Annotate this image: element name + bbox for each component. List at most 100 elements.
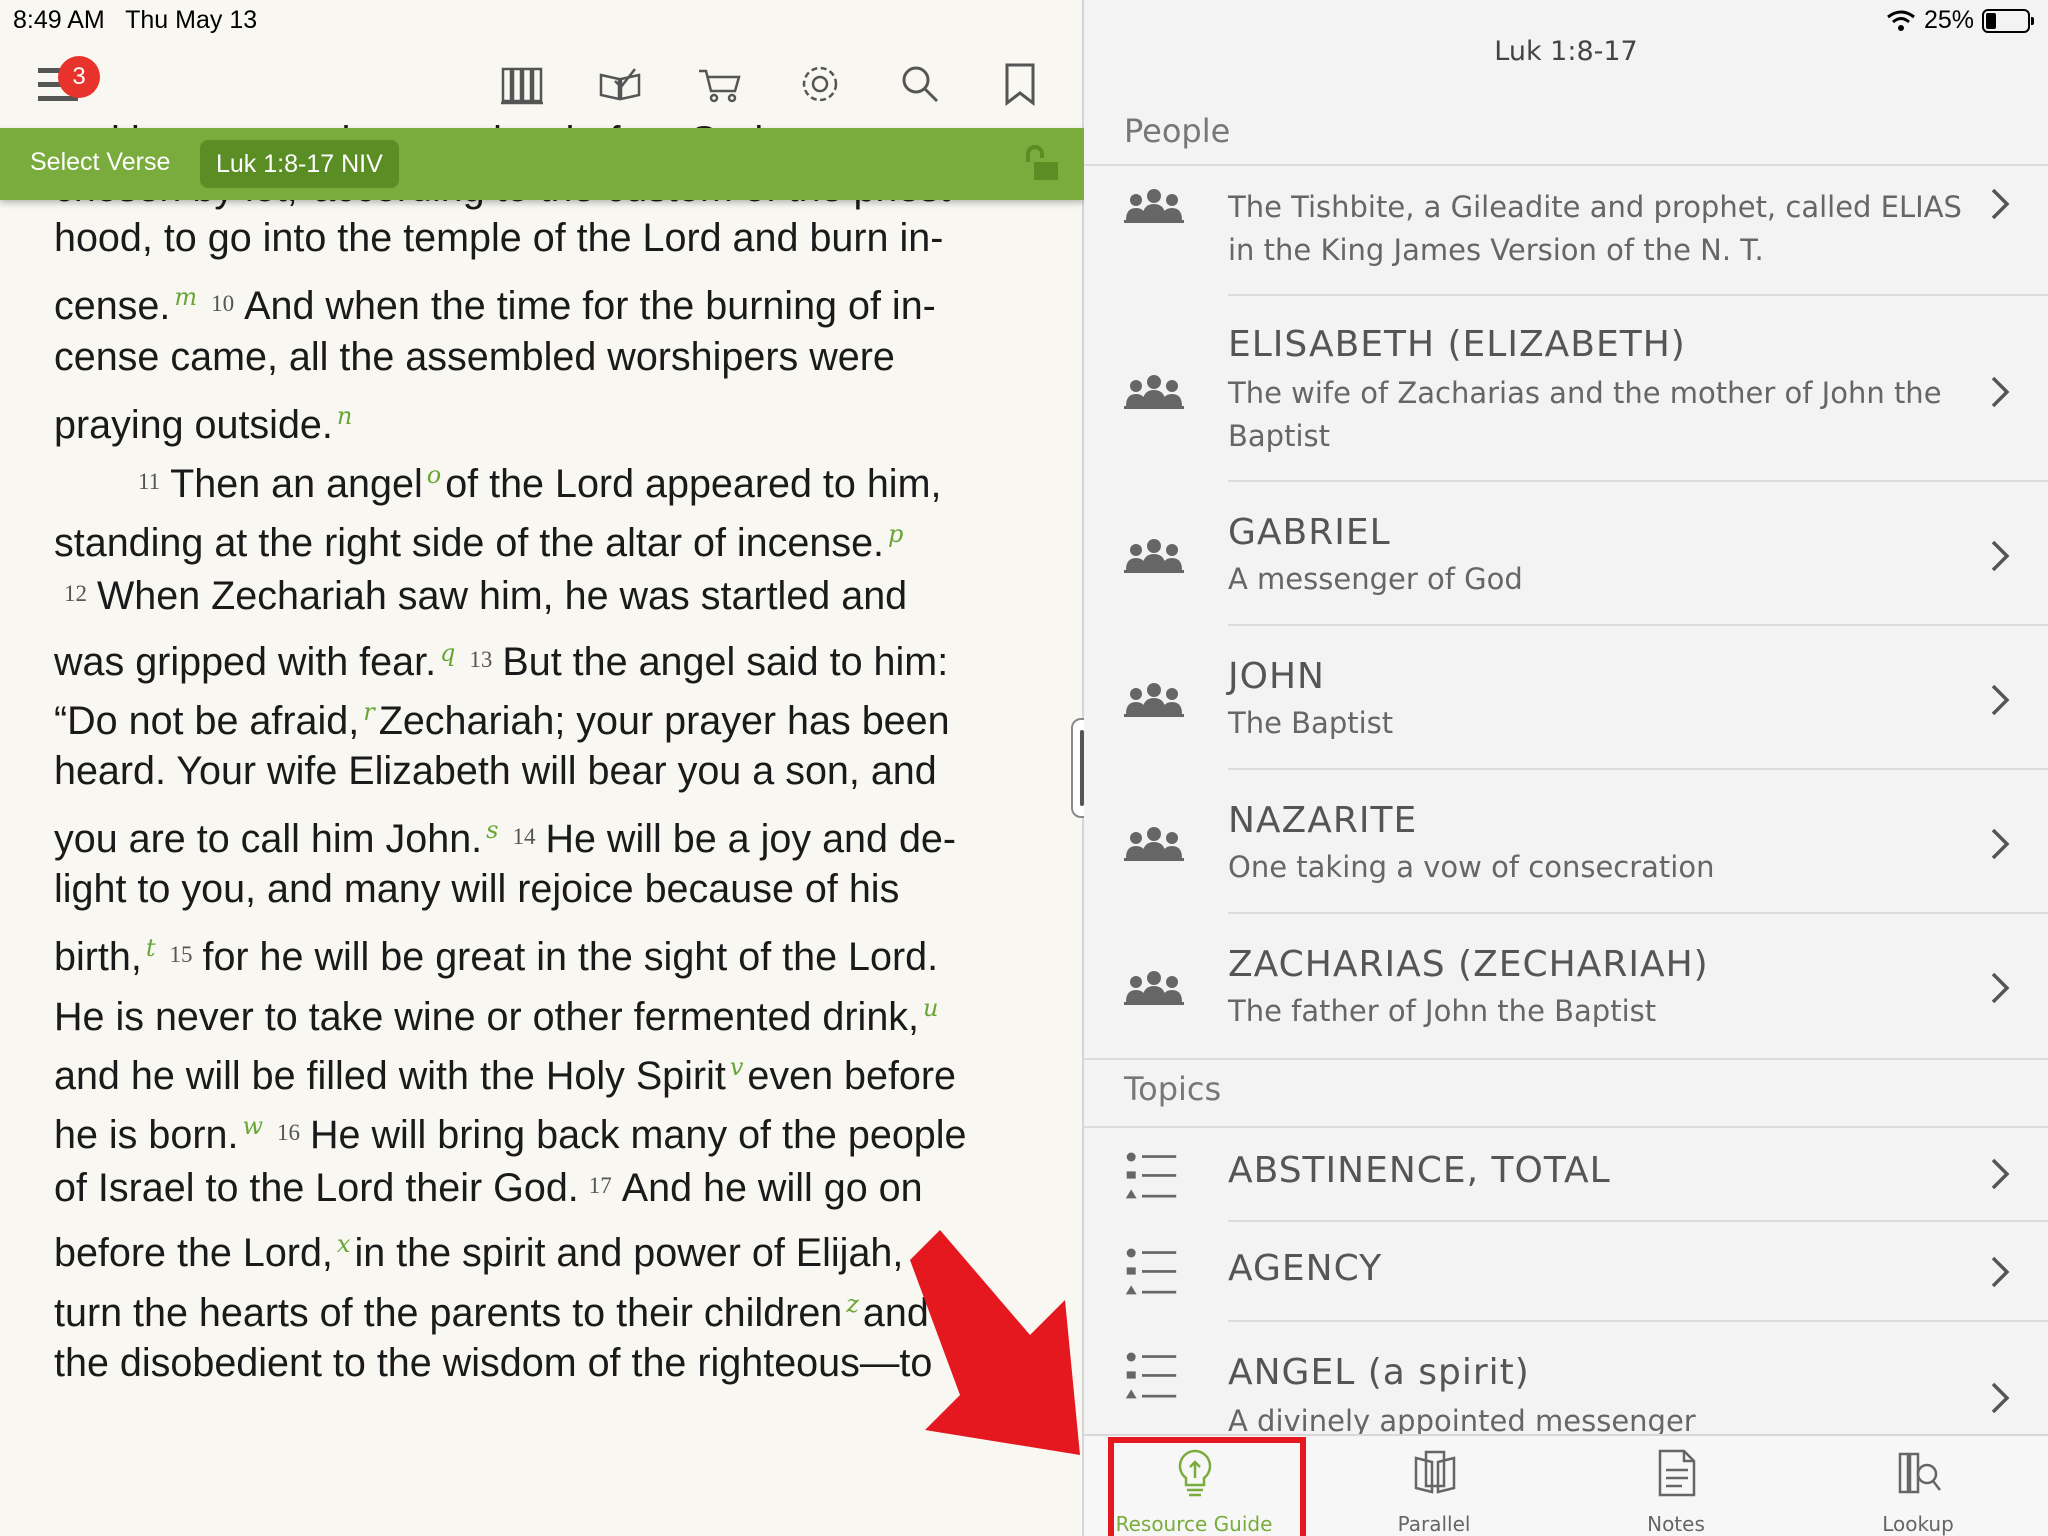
cross-reference-marker[interactable]: z: [846, 1290, 859, 1318]
person-row[interactable]: GABRIEL A messenger of God: [1084, 482, 2048, 626]
people-section-label: People: [1124, 112, 1231, 150]
red-pointer-arrow-icon: [910, 1230, 1080, 1455]
bookmark-icon: [1005, 63, 1035, 107]
unlock-icon[interactable]: [1020, 142, 1064, 186]
resource-guide-title: Luk 1:8-17: [1494, 36, 1638, 67]
verse-line[interactable]: of Israel to the Lord their God. 17 And he…: [54, 1156, 1054, 1215]
row-title: GABRIEL: [1228, 512, 1391, 553]
verse-number: 11: [138, 468, 161, 494]
row-title: ELIJAH: [1228, 128, 1350, 169]
verse-text: of Israel to the Lord their God.: [54, 1166, 579, 1211]
lookup-icon: [1898, 1452, 1941, 1494]
verse-line[interactable]: standing at the right side of the altar …: [54, 505, 1054, 565]
chevron-right-icon: [1988, 372, 2012, 412]
row-description: The Tishbite, a Gileadite and prophet, c…: [1228, 190, 1962, 267]
verse-text: And when the time for the burning of in-: [244, 284, 936, 329]
verse-line[interactable]: cense came, all the assembled worshipers…: [54, 328, 1054, 387]
cross-reference-marker[interactable]: u: [923, 994, 938, 1022]
verse-text: He is never to take wine or other fermen…: [54, 994, 920, 1039]
store-button[interactable]: [694, 58, 746, 110]
tab-label: Lookup: [1882, 1512, 1954, 1536]
cross-reference-marker[interactable]: n: [337, 402, 352, 430]
verse-text: Then an angel: [170, 461, 423, 506]
verse-text: you are to call him John.: [54, 817, 483, 862]
cross-reference-marker[interactable]: p: [888, 520, 903, 548]
bookmark-button[interactable]: [994, 58, 1046, 110]
verse-text: When Zechariah saw him, he was startled …: [97, 574, 908, 619]
person-row[interactable]: ZACHARIAS (ZECHARIAH) The father of John …: [1084, 914, 2048, 1058]
cross-reference-marker[interactable]: x: [337, 1230, 351, 1258]
verse-text: was gripped with fear.: [54, 639, 437, 684]
tab-notes[interactable]: Notes: [1566, 1436, 1786, 1536]
verse-number: 15: [169, 942, 193, 968]
chevron-right-icon: [1988, 536, 2012, 576]
cross-reference-marker[interactable]: m: [174, 283, 197, 311]
verse-text: He will be a joy and de-: [545, 817, 957, 862]
verse-line[interactable]: heard. Your wife Elizabeth will bear you…: [54, 742, 1054, 801]
search-icon: [902, 66, 939, 103]
verse-line[interactable]: He is never to take wine or other fermen…: [54, 979, 1054, 1039]
cross-reference-marker[interactable]: q: [440, 639, 455, 667]
verse-number: 10: [211, 291, 235, 317]
chevron-right-icon: [1988, 184, 2012, 224]
battery-percent: 25%: [1923, 6, 1974, 34]
topic-row[interactable]: AGENCY: [1084, 1222, 2048, 1322]
status-bar-left: 8:49 AM Thu May 13: [13, 6, 257, 35]
reading-plan-button[interactable]: [594, 58, 646, 110]
select-verse-button[interactable]: Select Verse: [30, 148, 170, 177]
topic-row[interactable]: ABSTINENCE, TOTAL: [1084, 1128, 2048, 1222]
tab-parallel[interactable]: Parallel: [1324, 1436, 1544, 1536]
cross-reference-marker[interactable]: s: [486, 816, 498, 844]
row-description: A messenger of God: [1228, 562, 1523, 596]
row-description: The father of John the Baptist: [1228, 994, 1657, 1028]
verse-line[interactable]: hood, to go into the temple of the Lord …: [54, 209, 1054, 268]
row-description: The Baptist: [1228, 706, 1394, 740]
verse-line[interactable]: birth, t 15 for he will be great in the sig…: [54, 919, 1054, 980]
verse-line[interactable]: “Do not be afraid, r Zechariah; your praye…: [54, 683, 1054, 743]
notification-badge: 3: [58, 56, 100, 98]
library-button[interactable]: [496, 58, 548, 110]
tab-lookup[interactable]: Lookup: [1808, 1436, 2028, 1536]
settings-button[interactable]: [794, 58, 846, 110]
person-row[interactable]: ELIJAH The Tishbite, a Gileadite and prop…: [1084, 166, 2048, 296]
split-drag-handle[interactable]: [1071, 718, 1084, 818]
verse-text: for he will be great in the sight of the…: [202, 935, 939, 980]
verse-text: He will bring back many of the people: [310, 1113, 967, 1157]
search-button[interactable]: [894, 58, 946, 110]
verse-line[interactable]: and he will be filled with the Holy Spir…: [54, 1038, 1054, 1098]
verse-text: cense came, all the assembled worshipers…: [54, 334, 895, 379]
topic-list-icon: [1124, 1148, 1184, 1199]
resource-guide-highlight-box: [1108, 1437, 1306, 1536]
topic-row[interactable]: ANGEL (a spirit) A divinely appointed mes…: [1084, 1322, 2048, 1438]
cross-reference-marker[interactable]: o: [427, 461, 441, 489]
person-row[interactable]: JOHN The Baptist: [1084, 626, 2048, 770]
verse-line[interactable]: light to you, and many will rejoice beca…: [54, 860, 1054, 919]
verse-number: 16: [277, 1120, 300, 1145]
cross-reference-marker[interactable]: r: [363, 698, 374, 726]
cross-reference-marker[interactable]: v: [730, 1053, 744, 1081]
verse-line[interactable]: was gripped with fear. q 13 But the angel s…: [54, 624, 1054, 684]
resource-guide-pane: 25% Luk 1:8-17 People ELIJAH The Tishbite…: [1084, 0, 2048, 1536]
cross-reference-marker[interactable]: t: [146, 934, 156, 962]
tab-label: Notes: [1647, 1512, 1705, 1536]
verse-line[interactable]: cense. m 10 And when the time for the burni…: [54, 268, 1054, 329]
person-row[interactable]: NAZARITE One taking a vow of consecration: [1084, 770, 2048, 914]
verse-number: 12: [64, 581, 87, 607]
verse-line[interactable]: you are to call him John. s 14 He will be a…: [54, 801, 1054, 862]
people-group-icon: [1124, 968, 1184, 1008]
chevron-right-icon: [1988, 1252, 2012, 1292]
verse-text: even before: [747, 1053, 957, 1098]
verse-text: But the angel said to him:: [502, 639, 949, 684]
cross-reference-marker[interactable]: w: [242, 1112, 263, 1140]
topic-list-icon: [1124, 1244, 1184, 1295]
verse-line[interactable]: 12 When Zechariah saw him, he was startle…: [54, 564, 1054, 623]
verse-line[interactable]: 11 Then an angel o of the Lord appeared to …: [54, 446, 1054, 506]
verse-text: cense.: [54, 284, 171, 329]
verse-line[interactable]: he is born. w 16 He will bring back many of…: [54, 1097, 1054, 1157]
verse-line[interactable]: praying outside. n: [54, 387, 1054, 447]
battery-icon: [1982, 8, 2034, 33]
reference-chip[interactable]: Luk 1:8-17 NIV: [200, 140, 399, 188]
store-cart-icon: [699, 69, 741, 103]
people-group-icon: [1124, 372, 1184, 412]
person-row[interactable]: ELISABETH (ELIZABETH) The wife of Zachari…: [1084, 296, 2048, 482]
